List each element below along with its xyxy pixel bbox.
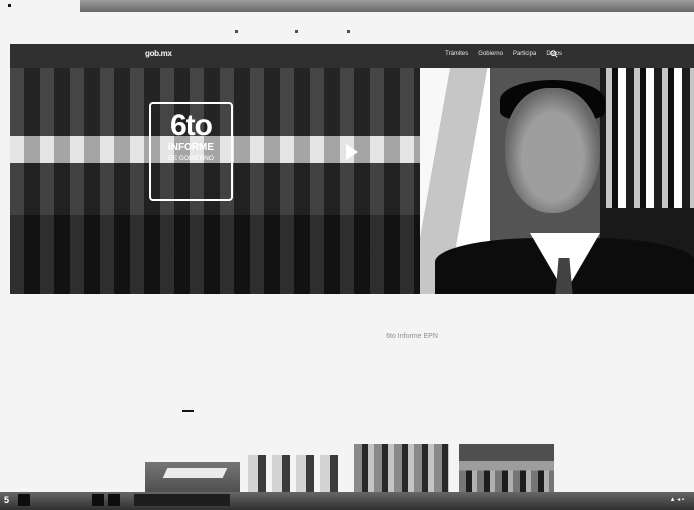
site-logo[interactable]: gob.mx — [145, 49, 172, 58]
window-dot — [8, 4, 11, 7]
badge-subtitle: DE GOBIERNO — [168, 155, 214, 162]
address-bar[interactable] — [235, 30, 365, 36]
news-thumbnail-3[interactable] — [354, 444, 449, 492]
browser-toolbar — [8, 0, 694, 12]
taskbar-app-icon[interactable] — [92, 494, 104, 506]
person-portrait — [505, 88, 600, 213]
hero-video[interactable]: 6to INFORME DE GOBIERNO — [10, 68, 694, 294]
play-icon[interactable] — [346, 144, 358, 160]
main-nav: Trámites Gobierno Participa Datos — [445, 51, 562, 57]
news-thumbnail-4[interactable] — [459, 444, 554, 492]
video-caption: 6to Informe EPN — [386, 333, 438, 340]
badge-number: 6to — [170, 109, 213, 142]
taskbar-active-window[interactable] — [134, 494, 230, 506]
taskbar-app-icon[interactable] — [108, 494, 120, 506]
search-icon[interactable] — [550, 50, 558, 58]
taskbar: 5 ▲ ◂ ▪ — [0, 492, 694, 510]
news-thumbnail-2[interactable] — [248, 455, 344, 493]
start-button[interactable]: 5 — [4, 495, 9, 505]
nav-item-participa[interactable]: Participa — [513, 51, 536, 57]
section-divider — [182, 410, 194, 412]
nav-item-tramites[interactable]: Trámites — [445, 51, 468, 57]
site-header: gob.mx Trámites Gobierno Participa Datos — [10, 44, 694, 68]
badge-title: INFORME — [167, 142, 215, 153]
system-tray[interactable]: ▲ ◂ ▪ — [670, 496, 684, 503]
nav-item-gobierno[interactable]: Gobierno — [478, 51, 503, 57]
taskbar-app-icon[interactable] — [18, 494, 30, 506]
news-thumbnail-1[interactable] — [145, 462, 240, 492]
informe-badge: 6to INFORME DE GOBIERNO — [149, 102, 233, 201]
